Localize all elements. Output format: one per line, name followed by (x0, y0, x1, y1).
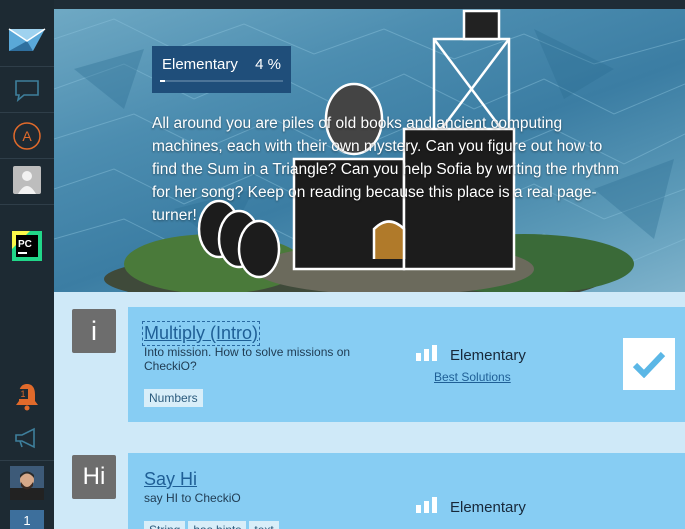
user-avatar-icon[interactable] (0, 466, 54, 500)
level-badge-icon[interactable]: 1 (0, 510, 54, 529)
level-label: Elementary (162, 56, 238, 73)
mission-title-link[interactable]: Multiply (Intro) (141, 321, 261, 346)
difficulty-label: Elementary (450, 499, 526, 516)
mission-badge: Hi (72, 455, 116, 499)
mission-tag[interactable]: text (249, 521, 279, 529)
difficulty-bars-icon (416, 497, 437, 513)
mission-tags: Numbers (144, 389, 203, 407)
mission-title-link[interactable]: Say Hi (144, 469, 197, 490)
mission-badge: i (72, 309, 116, 353)
chat-bubble-icon[interactable] (0, 76, 54, 104)
mission-tag[interactable]: Numbers (144, 389, 203, 407)
mission-description: say HI to CheckiO (144, 491, 241, 505)
checkio-logo-icon[interactable] (0, 22, 54, 58)
area-description: All around you are piles of old books an… (152, 115, 619, 224)
mission-description: Into mission. How to solve missions on C… (144, 345, 351, 373)
solved-check-icon (623, 338, 675, 390)
mission-tags: String has hints text (144, 521, 279, 529)
mission-card: Say Hi say HI to CheckiO String has hint… (128, 453, 685, 529)
a-circle-letter: A (22, 128, 32, 144)
mission-tag[interactable]: String (144, 521, 186, 529)
area-hero: Elementary 4 % All around you are piles … (54, 9, 685, 292)
megaphone-icon[interactable] (0, 424, 54, 452)
level-progress-text: 4 % (255, 56, 281, 73)
user-silhouette-icon[interactable] (0, 164, 54, 196)
difficulty-label: Elementary (450, 347, 526, 364)
difficulty-bars-icon (416, 345, 437, 361)
mission-tag[interactable]: has hints (188, 521, 247, 529)
top-bar (54, 0, 685, 9)
level-badge-number: 1 (10, 510, 44, 529)
pycharm-icon[interactable]: PC (0, 230, 54, 262)
sidebar: A PC 1 1 (0, 0, 54, 529)
mission-card: Multiply (Intro) Into mission. How to so… (128, 307, 685, 422)
a-circle-icon[interactable]: A (0, 120, 54, 152)
level-progress-box: Elementary 4 % (152, 46, 291, 93)
notification-bell-icon[interactable]: 1 (0, 380, 54, 412)
level-progress-bar (160, 80, 283, 82)
pycharm-label: PC (18, 239, 32, 250)
best-solutions-link[interactable]: Best Solutions (434, 370, 511, 384)
notification-count: 1 (20, 389, 25, 399)
